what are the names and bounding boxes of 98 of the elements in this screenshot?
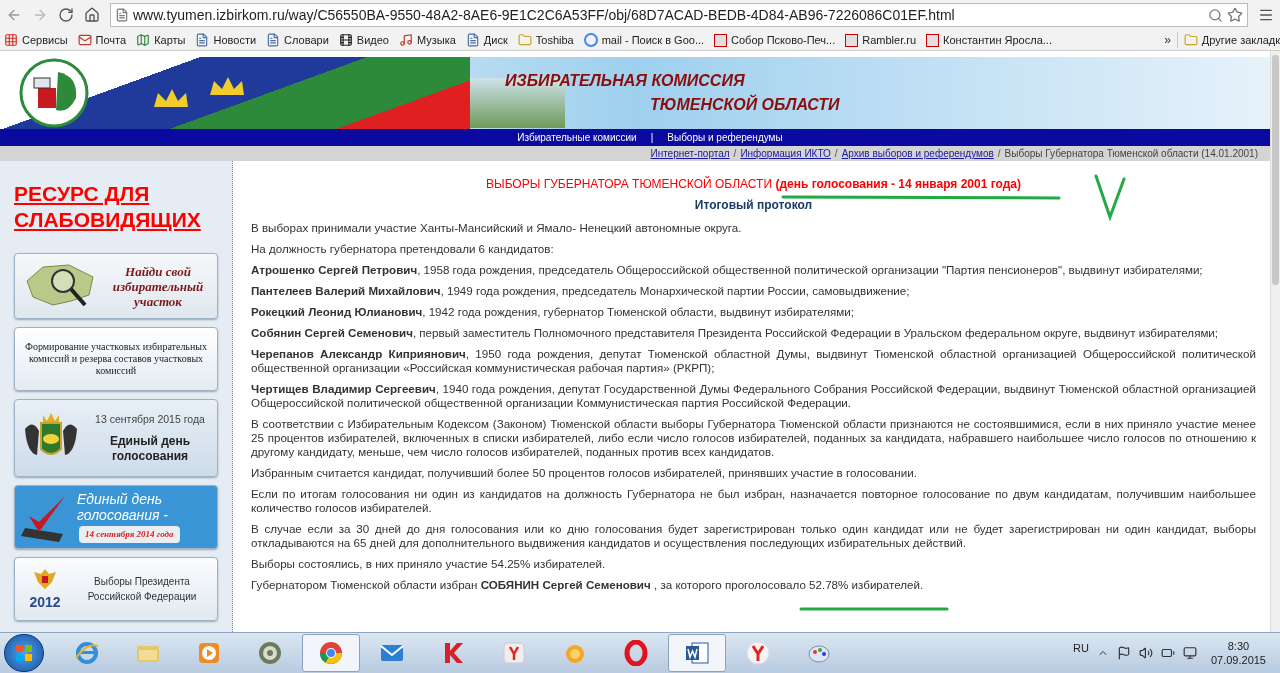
- windows-logo-icon: [15, 644, 33, 662]
- breadcrumb-link[interactable]: Информация ИКТО: [740, 146, 831, 161]
- network-icon[interactable]: [1182, 646, 1197, 660]
- bookmark-item[interactable]: Rambler.ru: [845, 31, 917, 49]
- breadcrumb-separator: /: [834, 147, 838, 161]
- battery-icon[interactable]: [1160, 646, 1175, 660]
- paragraph: Губернатором Тюменской области избран СОБЯНИН Сергей Семенович , за которого проголосовало 52.78% избирателей.: [251, 578, 925, 592]
- clock[interactable]: 8:30 07.09.2015: [1204, 639, 1272, 667]
- paragraph: Атрошенко Сергей Петрович, 1958 года рождения, председатель Общероссийской общественной политической организации "Партия пенсионеров", выдвинут избирателями;: [251, 263, 1204, 277]
- date-text: 13 сентября 2015 года: [95, 412, 205, 428]
- y-circle-icon: [745, 640, 771, 666]
- presidential-election-banner[interactable]: 2012 Выборы Президента Российской Федерации: [14, 557, 218, 621]
- bookmark-item[interactable]: Сервисы: [4, 31, 68, 49]
- site-title: ИЗБИРАТЕЛЬНАЯ КОМИССИЯ: [505, 71, 746, 91]
- paragraph: Черепанов Александр Киприянович, 1950 года рождения, депутат Тюменской областной Думы, выдвинут Тюменской областной организацией Общероссийской политической общественной организации «Российская коммунистическая рабочая партия» (РКРП);: [251, 347, 1256, 375]
- map-icon: [136, 33, 151, 47]
- paragraph: Пантелеев Валерий Михайлович, 1949 года рождения, председатель Монархической партии России, самовыдвижение;: [251, 284, 911, 298]
- nav-link[interactable]: Выборы и референдумы: [667, 130, 783, 145]
- folder-icon: [1183, 33, 1198, 47]
- y-logo-icon: [714, 33, 728, 47]
- taskbar-app-button[interactable]: [302, 634, 360, 672]
- bookmark-item[interactable]: Диск: [465, 31, 508, 49]
- site-title: ТЮМЕНСКОЙ ОБЛАСТИ: [650, 93, 840, 115]
- breadcrumb-link[interactable]: Интернет-портал: [650, 146, 730, 161]
- breadcrumb-current: Выборы Губернатора Тюменской области (14.01.2001): [1004, 147, 1258, 161]
- paragraph: Если по итогам голосования ни один из кандидатов на должность Губернатора не был избран, назначается повторное голосование по двум кандидатам, получившим наибольшее количество голосов избирателей.: [251, 487, 1256, 515]
- play-icon: [196, 640, 222, 666]
- paragraph: Чертищев Владимир Сергеевич, 1940 года рождения, депутат Государственной Думы Федерального Собрания Российской Федерации, выдвинут Тюменской областной организацией Общероссийской политической общественной организации Коммунистическая партия Российской Федерации.: [251, 382, 1256, 410]
- apps-icon: [4, 33, 18, 47]
- breadcrumb-separator: /: [997, 147, 1001, 161]
- y-letter-icon: [501, 640, 527, 666]
- commissions-banner[interactable]: Формирование участковых избирательных комиссий и резерва составов участковых комиссий: [14, 327, 218, 391]
- nav-separator: |: [650, 131, 654, 145]
- g-logo-icon: [583, 33, 598, 47]
- date-text: 07.09.2015: [1210, 653, 1266, 667]
- breadcrumb-link[interactable]: Архив выборов и референдумов: [841, 146, 994, 161]
- banner-title: Единый день голосования: [108, 433, 192, 464]
- address-bar[interactable]: www.tyumen.izbirkom.ru/way/C56550BA-9550-48A2-8AE6-9E1C2C6A53FF/obj/68D7ACAD-BEDB-4D84-AB96-7226086C01EF.html: [110, 3, 1248, 27]
- banner-title: Единый день голосования -: [77, 490, 169, 523]
- page-icon: [195, 33, 210, 47]
- back-icon[interactable]: [6, 7, 22, 23]
- music-icon: [398, 33, 413, 47]
- article-title: ВЫБОРЫ ГУБЕРНАТОРА ТЮМЕНСКОЙ ОБЛАСТИ (день голосования - 14 января 2001 года): [485, 177, 1022, 191]
- paragraph: В соответствии с Избирательным Кодексом (Законом) Тюменской области выборы Губернатора Тюменской области признаются не состоявшимися, если в них приняло участие менее 25 процентов избирателей, включенных в списки избирателей, либо если число голосов избирателей, поданных за кандидата, набравшего наибольшее число голосов по отношению к другому кандидату, меньше, чем число голосов избирателей, поданных против всех кандидатов.: [251, 417, 1256, 459]
- more-bookmarks-button[interactable]: »: [1158, 31, 1177, 49]
- page-icon: [465, 33, 480, 47]
- bookmark-item[interactable]: Словари: [266, 31, 329, 49]
- bookmark-item[interactable]: mail - Поиск в Goo...: [583, 31, 705, 49]
- chrome-icon: [318, 640, 344, 666]
- mail-icon: [77, 33, 92, 47]
- nav-link[interactable]: Избирательные комиссии: [517, 130, 637, 145]
- bookmark-item[interactable]: Toshiba: [517, 31, 574, 49]
- article-subtitle: Итоговый протокол: [693, 198, 814, 212]
- taskbar-app-button[interactable]: [668, 634, 726, 672]
- bookmark-item[interactable]: Почта: [77, 31, 127, 49]
- search-icon[interactable]: [1208, 7, 1223, 23]
- page-icon: [266, 33, 281, 47]
- emblem-logo: [18, 58, 90, 128]
- y-logo-icon: [845, 33, 859, 47]
- check-mark: [1093, 173, 1127, 221]
- paragraph: Выборы состоялись, в них приняло участие 54.25% избирателей.: [251, 557, 607, 571]
- o-ring-icon: [623, 640, 649, 666]
- voting-day-2014-banner[interactable]: Единый день голосования - 14 сентября 2014 года: [14, 485, 218, 549]
- reload-icon[interactable]: [58, 7, 74, 23]
- volume-icon[interactable]: [1138, 646, 1153, 660]
- bookmark-item[interactable]: Музыка: [398, 31, 456, 49]
- flag-icon[interactable]: [1116, 646, 1131, 660]
- scrollbar[interactable]: [1270, 51, 1280, 632]
- disc-icon: [257, 640, 283, 666]
- start-button[interactable]: [4, 634, 44, 672]
- y-logo-icon: [926, 33, 940, 47]
- paragraph: Рокецкий Леонид Юлианович, 1942 года рождения, губернатор Тюменской области, выдвинут избирателями;: [251, 305, 855, 319]
- film-icon: [338, 33, 353, 47]
- bookmark-item[interactable]: Карты: [136, 31, 186, 49]
- year-text: 2012: [29, 592, 61, 612]
- polling-station-banner[interactable]: Найди свой избирательный участок: [14, 253, 218, 319]
- bookmark-item[interactable]: Видео: [338, 31, 389, 49]
- bookmark-item[interactable]: Новости: [195, 31, 257, 49]
- paragraph: Избранным считается кандидат, получивший более 50 процентов голосов избирателей, принявших участие в голосовании.: [251, 466, 918, 480]
- star-icon[interactable]: [1227, 7, 1243, 23]
- home-icon[interactable]: [84, 7, 100, 23]
- folder-icon: [517, 33, 532, 47]
- time-text: 8:30: [1227, 639, 1250, 653]
- other-bookmarks-item[interactable]: Другие закладк: [1176, 31, 1280, 49]
- paragraph: На должность губернатора претендовали 6 кандидатов:: [251, 242, 555, 256]
- paragraph: В выборах принимали участие Ханты-Мансийский и Ямало- Ненецкий автономные округа.: [251, 221, 743, 235]
- bookmark-item[interactable]: Константин Яросла...: [926, 31, 1052, 49]
- paragraph: Собянин Сергей Семенович, первый заместитель Полномочного представителя Президента Российской Федерации в Уральском федеральном округе, выдвинут избирателями;: [251, 326, 1220, 340]
- page-icon: [115, 8, 129, 22]
- voting-day-2015-banner[interactable]: 13 сентября 2015 года Единый день голосования: [14, 399, 218, 477]
- browser-e-icon: [74, 640, 100, 666]
- paragraph: В случае если за 30 дней до дня голосования или ко дню голосования будет зарегистрирован только один кандидат или не будет зарегистрирован ни один кандидат, выборы откладываются на 65 дней для дополнительного выдвижения кандидатов и осуществления последующих избирательных действий.: [251, 522, 1256, 550]
- w-document-icon: [684, 640, 710, 666]
- bookmark-item[interactable]: Собор Псково-Печ...: [714, 31, 836, 49]
- menu-icon[interactable]: [1258, 7, 1274, 23]
- language-indicator[interactable]: RU: [1073, 639, 1089, 657]
- breadcrumb-separator: /: [733, 147, 737, 161]
- date-text: 14 сентября 2014 года: [79, 525, 180, 544]
